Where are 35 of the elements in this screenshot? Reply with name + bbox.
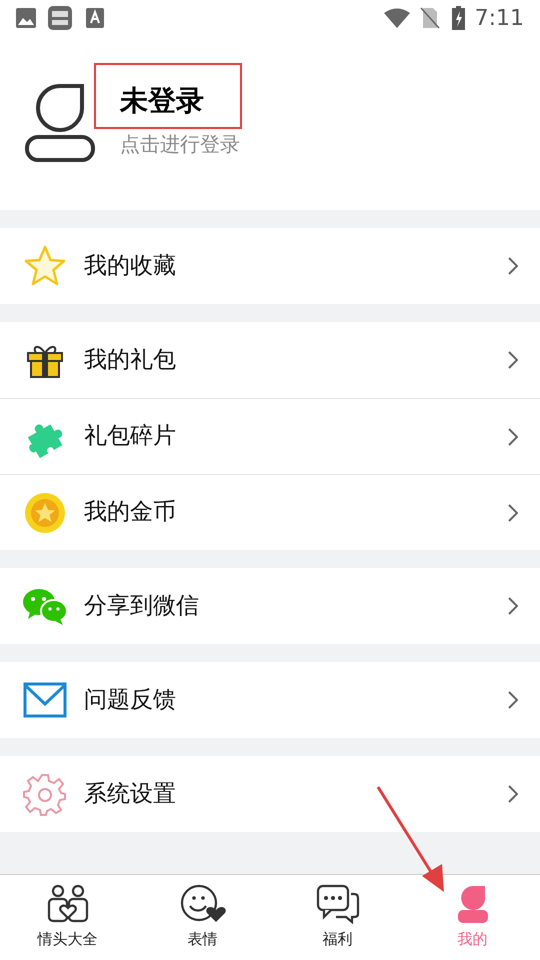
menu-item-label: 系统设置 (84, 780, 176, 809)
tab-bar-item[interactable]: 表情 (135, 875, 270, 960)
menu-item-label: 我的收藏 (84, 252, 176, 281)
image-icon (16, 8, 36, 28)
avatar-placeholder-icon (24, 83, 96, 163)
gear-icon (23, 772, 67, 816)
battery-icon (452, 6, 465, 30)
chevron-right-icon (508, 351, 518, 369)
menu-item-label: 我的礼包 (84, 346, 176, 375)
no-sim-icon (420, 7, 440, 29)
couple-icon (46, 884, 90, 924)
chat-icon (316, 884, 360, 924)
menu-item-label: 分享到微信 (84, 592, 199, 621)
login-prompt-link[interactable]: 点击进行登录 (120, 129, 240, 159)
menu-item-label: 问题反馈 (84, 686, 176, 715)
coin-icon (23, 490, 67, 534)
mail-icon (23, 682, 67, 718)
clock-time: 7:11 (474, 4, 524, 32)
chevron-right-icon (508, 257, 518, 275)
menu-item-label: 我的金币 (84, 498, 176, 528)
menu-item-label: 礼包碎片 (84, 422, 176, 452)
keyboard-notification-icon (86, 8, 104, 28)
smiley-heart-icon (180, 884, 226, 924)
chevron-right-icon (508, 691, 518, 709)
chat-bubbles-icon (22, 586, 68, 626)
chevron-right-icon (508, 428, 518, 446)
tab-bar-item[interactable]: 福利 (270, 875, 405, 960)
chevron-right-icon (508, 785, 518, 803)
wifi-icon (384, 8, 410, 28)
chevron-right-icon (508, 597, 518, 615)
login-status-title: 未登录 (120, 87, 205, 115)
app-notification-icon (48, 6, 72, 30)
chevron-right-icon (508, 504, 518, 522)
tab-bar-item[interactable]: 情头大全 (0, 875, 135, 960)
star-icon (23, 244, 67, 288)
